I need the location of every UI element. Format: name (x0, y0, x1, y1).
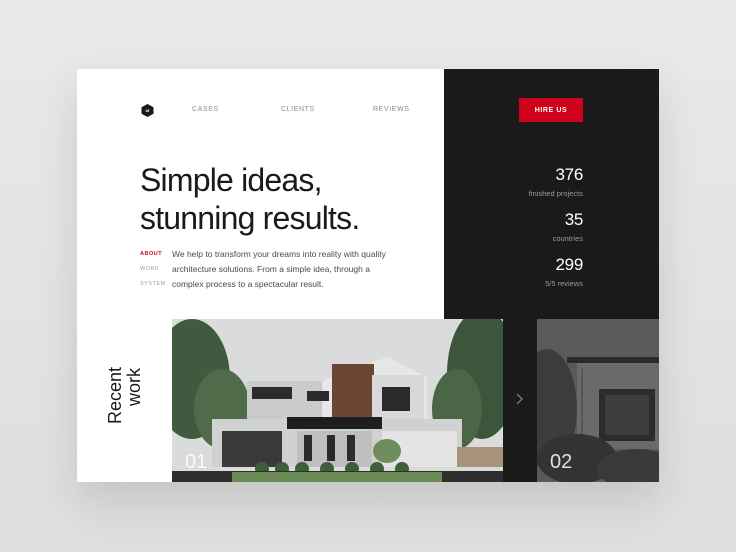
chevron-right-icon[interactable] (514, 393, 524, 405)
hire-us-button[interactable]: HIRE US (519, 98, 583, 122)
tab-work[interactable]: WORK (140, 266, 159, 272)
page-title: Simple ideas, stunning results. (140, 161, 430, 237)
headline-line-2: stunning results. (140, 200, 360, 236)
house-illustration (172, 319, 503, 482)
svg-text:ar: ar (146, 108, 150, 113)
headline-line-1: Simple ideas, (140, 162, 323, 198)
tab-about[interactable]: ABOUT (140, 251, 162, 257)
landing-card: ar CASES CLIENTS REVIEWS HIRE US Simple … (77, 69, 659, 482)
stat-countries-label: countries (552, 234, 583, 243)
logo-icon[interactable]: ar (141, 104, 154, 117)
nav-cases[interactable]: CASES (192, 106, 219, 113)
stat-reviews-value: 299 (555, 255, 584, 274)
tab-system[interactable]: SYSTEM (140, 281, 166, 287)
project-number-02: 02 (550, 451, 573, 473)
project-number-01: 01 (185, 451, 208, 473)
stat-projects-value: 376 (555, 165, 584, 184)
project-image-02[interactable]: 02 (537, 319, 659, 482)
stat-projects-label: finished projects (528, 189, 583, 198)
nav-reviews[interactable]: REVIEWS (373, 106, 409, 113)
stat-countries-value: 35 (564, 210, 584, 229)
nav-clients[interactable]: CLIENTS (281, 106, 315, 113)
recent-work-line-2: work (124, 367, 144, 406)
project-image-01[interactable]: 01 (172, 319, 503, 482)
about-description: We help to transform your dreams into re… (172, 249, 386, 289)
recent-work-line-1: Recent (105, 366, 125, 424)
recent-work-title: Recent work (105, 366, 144, 424)
stat-reviews-label: 5/5 reviews (545, 279, 583, 288)
